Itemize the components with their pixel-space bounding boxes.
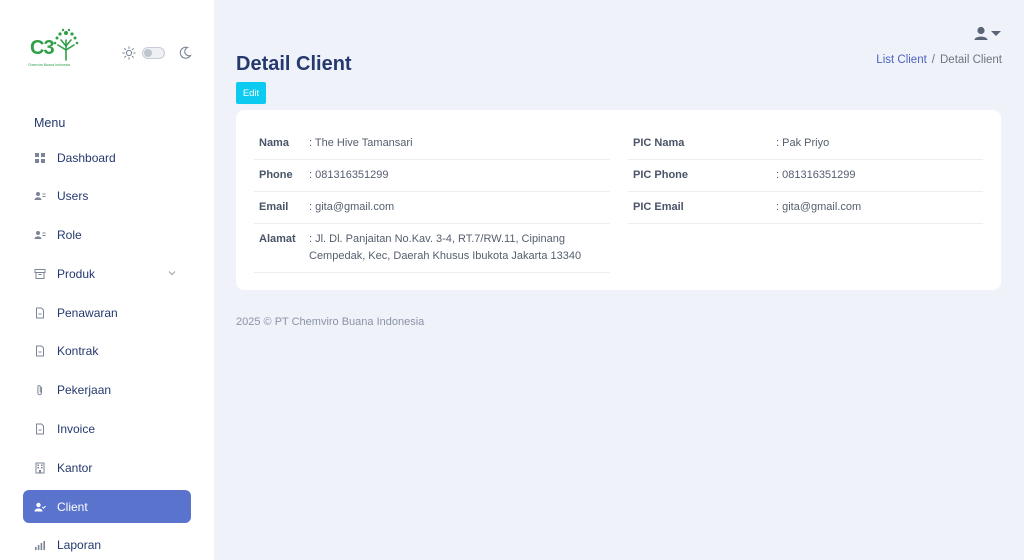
menu-title: Menu bbox=[34, 116, 66, 130]
detail-value: : Jl. Dl. Panjaitan No.Kav. 3-4, RT.7/RW… bbox=[309, 233, 582, 262]
sun-icon bbox=[122, 46, 136, 60]
sidebar-item-label: Role bbox=[57, 228, 82, 243]
detail-value: : The Hive Tamansari bbox=[309, 137, 413, 149]
detail-row-nama: Nama : The Hive Tamansari bbox=[254, 128, 610, 160]
chevron-down-icon bbox=[168, 271, 176, 276]
detail-row-phone: Phone : 081316351299 bbox=[254, 160, 610, 192]
archive-icon bbox=[34, 268, 46, 280]
detail-label: PIC Email bbox=[633, 201, 684, 213]
detail-row-pic-nama: PIC Nama : Pak Priyo bbox=[628, 128, 983, 160]
sidebar-item-laporan[interactable]: Laporan bbox=[23, 529, 191, 560]
detail-row-pic-email: PIC Email : gita@gmail.com bbox=[628, 192, 983, 224]
dark-mode-switch[interactable] bbox=[142, 47, 165, 59]
sidebar-item-kontrak[interactable]: Kontrak bbox=[23, 335, 191, 368]
detail-label: Alamat bbox=[259, 233, 296, 245]
detail-label: Email bbox=[259, 201, 289, 213]
detail-label: PIC Phone bbox=[633, 169, 689, 181]
breadcrumb-separator: / bbox=[931, 54, 935, 66]
detail-row-alamat: Alamat : Jl. Dl. Panjaitan No.Kav. 3-4, R… bbox=[254, 224, 610, 273]
sidebar-item-label: Kantor bbox=[57, 460, 93, 475]
sidebar-item-label: Invoice bbox=[57, 422, 96, 437]
breadcrumb-current: Detail Client bbox=[940, 54, 1002, 66]
detail-label: Phone bbox=[259, 169, 293, 181]
bar-chart-icon bbox=[34, 539, 46, 551]
detail-value: : 081316351299 bbox=[776, 169, 856, 181]
detail-value: : 081316351299 bbox=[309, 169, 389, 181]
sidebar-item-label: Penawaran bbox=[57, 305, 118, 320]
sidebar-item-kantor[interactable]: Kantor bbox=[23, 451, 191, 484]
detail-value: : gita@gmail.com bbox=[309, 201, 395, 213]
detail-label: Nama bbox=[259, 137, 289, 149]
user-list-icon bbox=[34, 229, 46, 241]
edit-button[interactable]: Edit bbox=[236, 82, 266, 104]
breadcrumb-list-client-link[interactable]: List Client bbox=[876, 54, 927, 66]
sidebar-item-pekerjaan[interactable]: Pekerjaan bbox=[23, 374, 191, 407]
sidebar-item-label: Laporan bbox=[57, 538, 102, 553]
moon-icon bbox=[179, 46, 192, 59]
document-icon bbox=[34, 423, 46, 435]
user-check-icon bbox=[34, 501, 46, 513]
footer-copyright: 2025 © PT Chemviro Buana Indonesia bbox=[236, 316, 425, 328]
client-info-column: Nama : The Hive Tamansari Phone : 081316351… bbox=[254, 128, 610, 273]
client-detail-card: Nama : The Hive Tamansari Phone : 081316351… bbox=[236, 110, 1001, 290]
sidebar-menu: Dashboard Users Role Produk Penawaran Kontrak… bbox=[23, 141, 191, 560]
sidebar-item-label: Produk bbox=[57, 266, 96, 281]
user-dropdown-icon bbox=[974, 26, 1001, 40]
document-icon bbox=[34, 307, 46, 319]
sidebar-item-label: Client bbox=[57, 499, 88, 514]
user-menu-button[interactable] bbox=[974, 26, 1002, 42]
detail-label: PIC Nama bbox=[633, 137, 685, 149]
document-icon bbox=[34, 345, 46, 357]
sidebar: C3 Chemviro Buana Indonesia Menu Dashboa… bbox=[0, 0, 214, 560]
sidebar-item-label: Dashboard bbox=[57, 150, 116, 165]
breadcrumb: List Client / Detail Client bbox=[876, 54, 1002, 66]
grid-icon bbox=[34, 152, 46, 164]
sidebar-item-produk[interactable]: Produk bbox=[23, 257, 191, 290]
detail-row-pic-phone: PIC Phone : 081316351299 bbox=[628, 160, 983, 192]
theme-toggle[interactable] bbox=[122, 46, 192, 62]
user-list-icon bbox=[34, 190, 46, 202]
sidebar-item-label: Kontrak bbox=[57, 344, 99, 359]
sidebar-header: C3 Chemviro Buana Indonesia bbox=[28, 28, 198, 72]
switch-knob bbox=[144, 49, 152, 57]
sidebar-item-label: Pekerjaan bbox=[57, 383, 112, 398]
sidebar-item-users[interactable]: Users bbox=[23, 180, 191, 213]
logo-tagline: Chemviro Buana Indonesia bbox=[28, 63, 71, 67]
pic-info-column: PIC Nama : Pak Priyo PIC Phone : 0813163512… bbox=[628, 128, 983, 224]
sidebar-item-role[interactable]: Role bbox=[23, 219, 191, 252]
detail-value: : Pak Priyo bbox=[776, 137, 830, 149]
page-title: Detail Client bbox=[236, 53, 352, 75]
paperclip-icon bbox=[34, 384, 46, 396]
building-icon bbox=[34, 462, 46, 474]
detail-value: : gita@gmail.com bbox=[776, 201, 862, 213]
detail-row-email: Email : gita@gmail.com bbox=[254, 192, 610, 224]
brand-logo[interactable]: C3 Chemviro Buana Indonesia bbox=[28, 28, 80, 72]
sidebar-item-penawaran[interactable]: Penawaran bbox=[23, 296, 191, 329]
sidebar-item-label: Users bbox=[57, 189, 89, 204]
sidebar-item-client[interactable]: Client bbox=[23, 490, 191, 524]
sidebar-item-dashboard[interactable]: Dashboard bbox=[23, 141, 191, 174]
sidebar-item-invoice[interactable]: Invoice bbox=[23, 413, 191, 446]
logo-text: C3 bbox=[30, 37, 55, 59]
